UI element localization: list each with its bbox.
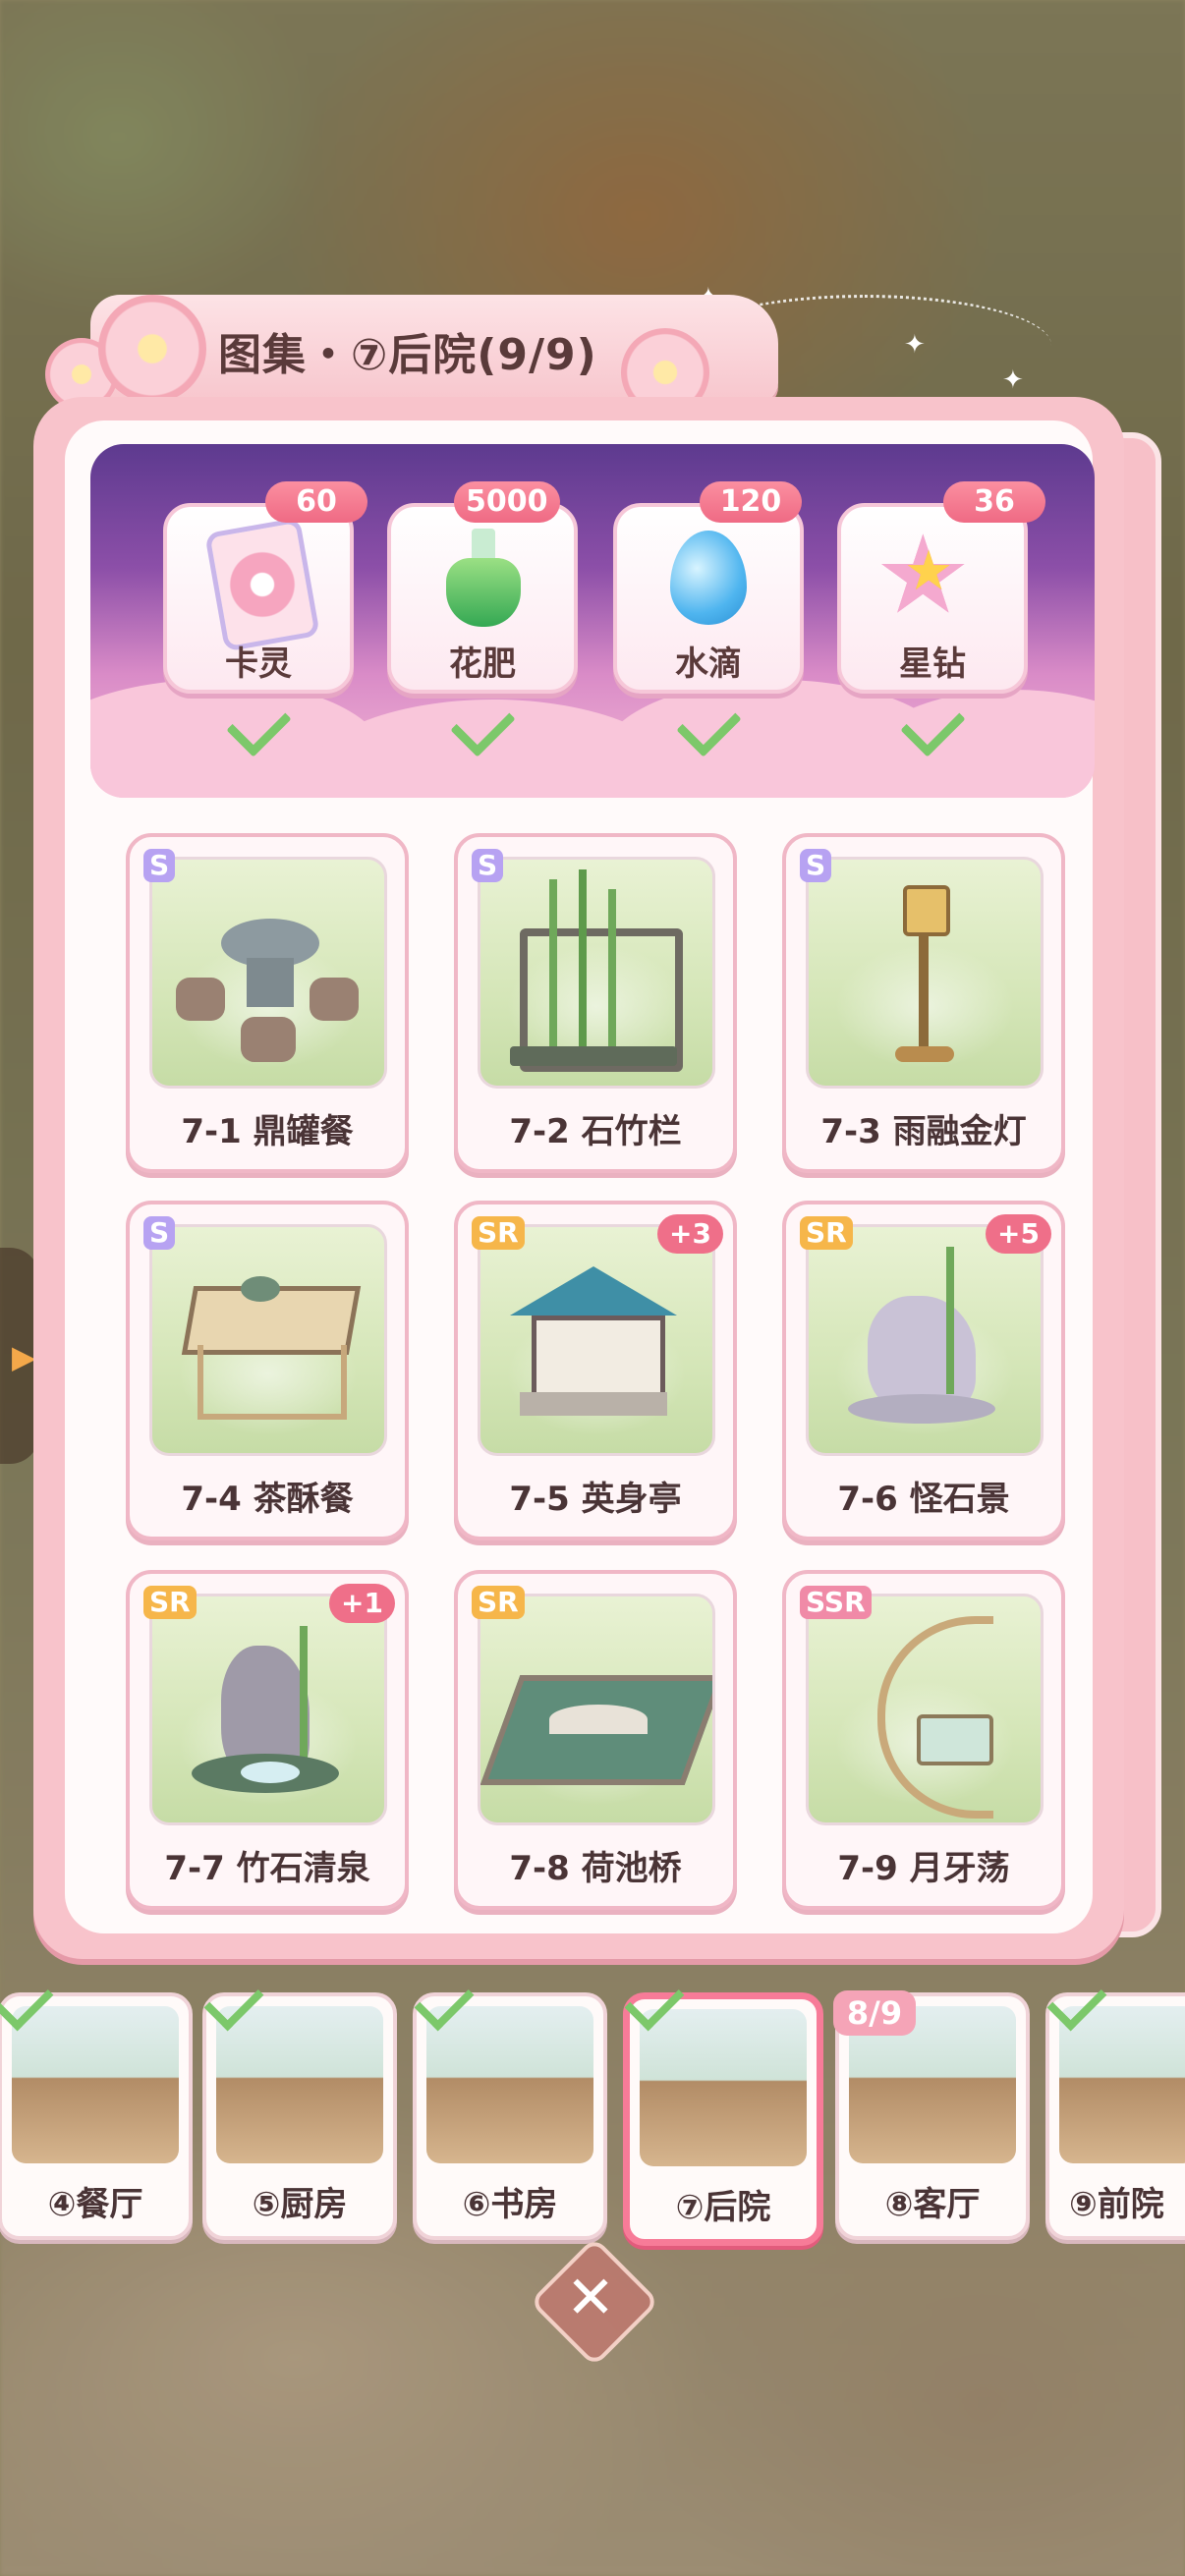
claimed-check-icon <box>224 692 292 757</box>
claimed-check-icon <box>674 692 742 757</box>
item-label: 7-3 雨融金灯 <box>820 1112 1027 1151</box>
claimed-check-icon <box>898 692 966 757</box>
item-image <box>806 857 1044 1089</box>
item-image <box>149 857 387 1089</box>
sparkle-icon: ✦ <box>1002 365 1024 395</box>
item-label: 7-2 石竹栏 <box>509 1112 682 1151</box>
room-thumbnail <box>12 2006 179 2163</box>
item-image <box>478 1224 715 1456</box>
room-progress-badge: 8/9 <box>833 1990 916 2036</box>
rarity-badge: S <box>143 849 176 882</box>
room-tab-kitchen[interactable]: ⑤厨房 <box>202 1992 397 2240</box>
reward-count-badge: 36 <box>943 481 1045 523</box>
rarity-badge: S <box>800 849 832 882</box>
room-tab-study[interactable]: ⑥书房 <box>413 1992 607 2240</box>
room-thumbnail <box>426 2006 593 2163</box>
reward-label: 卡灵 <box>225 644 292 684</box>
rarity-badge: S <box>143 1216 176 1250</box>
duplicate-count-badge: +1 <box>329 1584 395 1623</box>
close-icon[interactable]: ✕ <box>548 2256 633 2340</box>
room-thumbnail <box>640 2009 807 2166</box>
item-image <box>478 1594 715 1825</box>
sparkle-icon: ✦ <box>904 330 926 360</box>
rarity-badge: SSR <box>800 1586 872 1619</box>
room-label: ⑦后院 <box>675 2188 771 2227</box>
collection-item-7-4[interactable]: S 7-4 茶酥餐 <box>126 1201 409 1540</box>
room-thumbnail <box>216 2006 383 2163</box>
reward-count-badge: 120 <box>700 481 802 523</box>
item-label: 7-7 竹石清泉 <box>164 1849 370 1888</box>
star-diamond-icon: ★ ★ <box>875 512 972 638</box>
reward-label: 水滴 <box>675 644 742 684</box>
item-image <box>478 857 715 1089</box>
collection-item-7-5[interactable]: SR +3 7-5 英身亭 <box>454 1201 737 1540</box>
item-image <box>806 1594 1044 1825</box>
cherry-blossom-icon <box>98 295 206 403</box>
rarity-badge: SR <box>472 1586 525 1619</box>
card-icon <box>204 517 320 652</box>
rarity-badge: SR <box>800 1216 853 1250</box>
item-image <box>806 1224 1044 1456</box>
room-tab-dining[interactable]: ④餐厅 <box>0 1992 193 2240</box>
item-label: 7-9 月牙荡 <box>837 1849 1010 1888</box>
room-tab-backyard[interactable]: ⑦后院 <box>623 1992 823 2246</box>
room-tab-front-yard[interactable]: ⑨前院 <box>1045 1992 1185 2240</box>
reward-count-badge: 5000 <box>454 481 560 523</box>
collection-item-7-1[interactable]: S 7-1 鼎罐餐 <box>126 833 409 1173</box>
reward-label: 花肥 <box>449 644 516 684</box>
item-label: 7-8 荷池桥 <box>509 1849 682 1888</box>
duplicate-count-badge: +5 <box>986 1214 1051 1254</box>
reward-label: 星钻 <box>899 644 966 684</box>
item-image <box>149 1594 387 1825</box>
water-drop-icon <box>670 531 747 625</box>
rarity-badge: SR <box>472 1216 525 1250</box>
room-label: ⑨前院 <box>1069 2185 1164 2224</box>
item-label: 7-4 茶酥餐 <box>181 1480 354 1519</box>
collection-item-7-3[interactable]: S 7-3 雨融金灯 <box>782 833 1065 1173</box>
room-label: ④餐厅 <box>47 2185 143 2224</box>
room-label: ⑥书房 <box>462 2185 558 2224</box>
claimed-check-icon <box>448 692 516 757</box>
item-label: 7-6 怪石景 <box>837 1480 1010 1519</box>
collection-item-7-6[interactable]: SR +5 7-6 怪石景 <box>782 1201 1065 1540</box>
fertilizer-flask-icon <box>446 529 521 627</box>
item-label: 7-5 英身亭 <box>509 1480 682 1519</box>
collection-item-7-7[interactable]: SR +1 7-7 竹石清泉 <box>126 1570 409 1910</box>
room-label: ⑧客厅 <box>884 2185 981 2224</box>
item-image <box>149 1224 387 1456</box>
rarity-badge: SR <box>143 1586 197 1619</box>
room-thumbnail <box>1059 2006 1185 2163</box>
item-label: 7-1 鼎罐餐 <box>181 1112 354 1151</box>
collection-item-7-9[interactable]: SSR 7-9 月牙荡 <box>782 1570 1065 1910</box>
arrow-right-icon: ▶ <box>12 1338 36 1375</box>
duplicate-count-badge: +3 <box>657 1214 723 1254</box>
collection-item-7-8[interactable]: SR 7-8 荷池桥 <box>454 1570 737 1910</box>
page-title: 图集・⑦后院(9/9) <box>218 330 597 380</box>
room-label: ⑤厨房 <box>252 2185 348 2224</box>
collection-item-7-2[interactable]: S 7-2 石竹栏 <box>454 833 737 1173</box>
reward-count-badge: 60 <box>265 481 367 523</box>
rarity-badge: S <box>472 849 504 882</box>
